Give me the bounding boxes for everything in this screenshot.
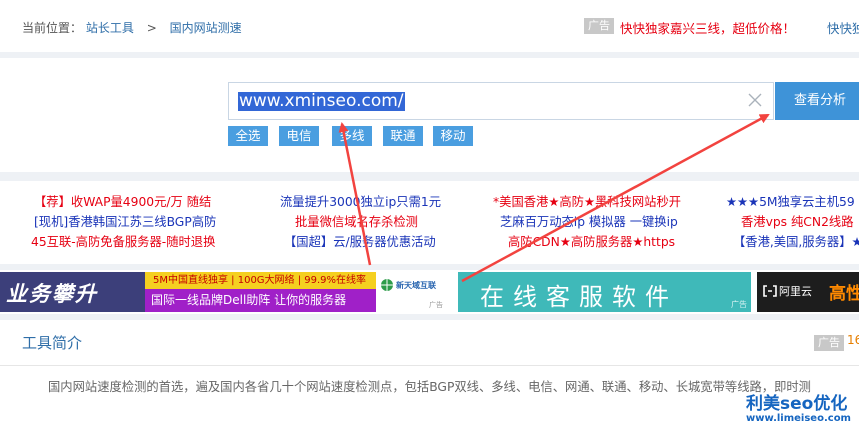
banner-headline: 业务攀升 — [6, 282, 98, 306]
ad-tag: 广告 — [731, 300, 747, 309]
top-bar: 当前位置： 站长工具 > 国内网站测速 广告 快快独家嘉兴三线，超低价格！ 快快… — [0, 0, 859, 52]
globe-icon — [381, 279, 393, 291]
chip-multiline[interactable]: 多线 — [332, 126, 372, 146]
breadcrumb-link-tools[interactable]: 站长工具 — [86, 21, 134, 35]
divider — [0, 365, 859, 366]
ad-tag: 广告 — [584, 18, 614, 34]
banner-row: 业务攀升 5M中国直线独享 | 100G大网络 | 99.9%在线率 国际一线品… — [0, 270, 859, 314]
chip-unicom[interactable]: 联通 — [383, 126, 423, 146]
ad-link[interactable]: ★★★5M独享云主机59 — [726, 192, 855, 212]
watermark: 利美seo优化 www.limeiseo.com — [746, 395, 851, 424]
banner-logo-text: 新天域互联 — [396, 281, 436, 290]
submit-button[interactable]: 查看分析 — [775, 82, 859, 120]
ad-link[interactable]: 批量微信域名存杀检测 — [295, 212, 418, 232]
ad-number: 16 — [847, 333, 859, 347]
intro-description: 国内网站速度检测的首选，遍及国内各省几十个网站速度检测点，包括BGP双线、多线、… — [48, 380, 811, 394]
watermark-url: www.limeiseo.com — [746, 413, 851, 424]
banner-slogan: 国际一线品牌Dell助阵 让你的服务器 — [145, 289, 391, 312]
ad-link[interactable]: 【荐】收WAP量4900元/万 随结 — [34, 192, 211, 212]
chip-select-all[interactable]: 全选 — [228, 126, 268, 146]
ad-link[interactable]: 高防CDN★高防服务器★https — [508, 232, 675, 252]
chip-mobile[interactable]: 移动 — [433, 126, 473, 146]
ad-link[interactable]: 香港vps 纯CN2线路 ↓ — [741, 212, 859, 232]
watermark-title: 利美seo优化 — [746, 394, 848, 414]
url-input-value[interactable]: www.xminseo.com/ — [238, 92, 405, 111]
breadcrumb-prefix: 当前位置： — [22, 21, 83, 35]
clear-icon[interactable] — [745, 90, 765, 110]
ad-tag: 广告 — [429, 301, 443, 309]
ad-link[interactable]: 芝麻百万动态ip 模拟器 一键换ip — [500, 212, 678, 232]
top-ad-link-red[interactable]: 快快独家嘉兴三线，超低价格！ — [620, 18, 795, 37]
banner-aliyun[interactable]: 阿里云 高性 — [757, 272, 859, 312]
ad-links-grid: 【荐】收WAP量4900元/万 随结 流量提升3000独立ip只需1元 *美国香… — [0, 181, 859, 264]
banner-text: 高性 — [829, 284, 859, 304]
breadcrumb-link-speedtest[interactable]: 国内网站测速 — [170, 21, 242, 35]
top-ad-link-blue[interactable]: 快快独 — [827, 18, 859, 37]
breadcrumb: 当前位置： 站长工具 > 国内网站测速 — [22, 19, 242, 36]
banner-hosting[interactable]: 业务攀升 5M中国直线独享 | 100G大网络 | 99.9%在线率 国际一线品… — [0, 272, 447, 312]
chip-telecom[interactable]: 电信 — [279, 126, 319, 146]
intro-title: 工具简介 — [22, 334, 83, 352]
banner-logo: 新天域互联 广告 — [376, 272, 447, 312]
ad-link[interactable]: 45互联-高防免备服务器-随时退换 — [31, 232, 215, 252]
tool-intro: 工具简介 广告 16 国内网站速度检测的首选，遍及国内各省几十个网站速度检测点，… — [0, 320, 859, 433]
ad-tag: 广告 — [814, 335, 844, 351]
ad-link[interactable]: 【国超】云/服务器优惠活动 — [284, 232, 436, 252]
ad-link[interactable]: [现机]香港韩国江苏三线BGP高防 — [34, 212, 216, 232]
banner-text: 在线客服软件 — [480, 283, 678, 311]
ad-link[interactable]: 流量提升3000独立ip只需1元 — [280, 192, 441, 212]
ad-link[interactable]: 【香港,美国,服务器】★ — [733, 232, 859, 252]
search-panel: www.xminseo.com/ 查看分析 全选 电信 多线 联通 移动 — [0, 58, 859, 172]
url-input[interactable]: www.xminseo.com/ — [228, 82, 774, 120]
banner-subline: 5M中国直线独享 | 100G大网络 | 99.9%在线率 — [145, 272, 391, 289]
ad-link[interactable]: *美国香港★高防★黑科技网站秒开 — [493, 192, 681, 212]
banner-live-chat[interactable]: 在线客服软件 广告 — [458, 272, 751, 312]
banner-brand: 阿里云 — [779, 285, 812, 298]
breadcrumb-separator: > — [146, 21, 157, 35]
aliyun-logo-icon — [763, 285, 777, 297]
